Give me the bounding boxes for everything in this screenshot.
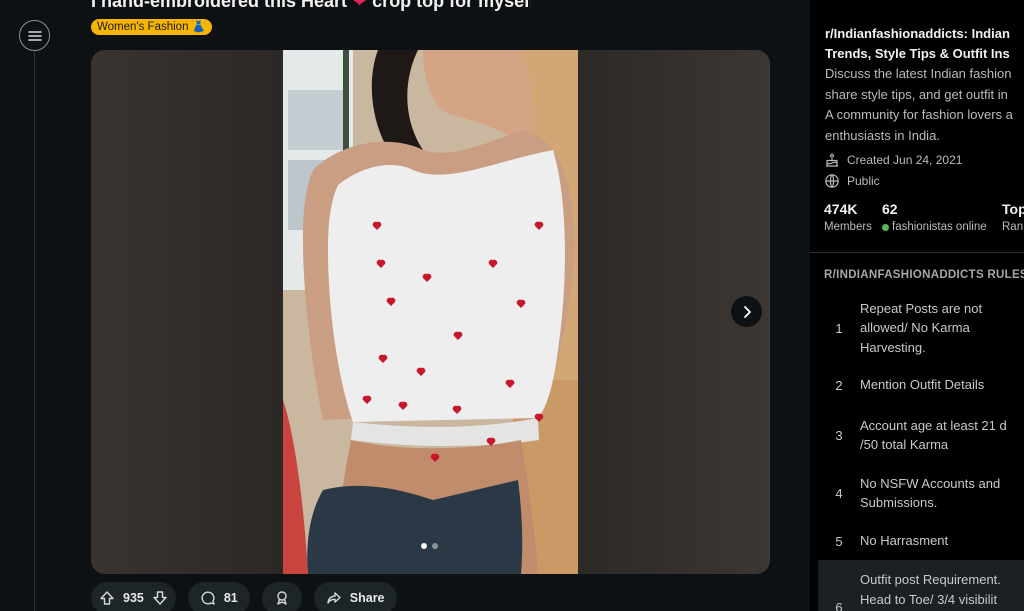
rule-line: Account age at least 21 d xyxy=(860,417,1007,433)
globe-icon xyxy=(825,174,839,188)
description-line: Discuss the latest Indian fashion xyxy=(825,66,1012,81)
upvote-count: 935 xyxy=(123,591,144,605)
rule-line: allowed/ No Karma xyxy=(860,320,970,336)
sidebar-divider xyxy=(810,252,1024,253)
next-image-button[interactable] xyxy=(731,296,762,327)
comment-count: 81 xyxy=(223,591,238,605)
community-title-line-2: Trends, Style Tips & Outfit Ins xyxy=(825,46,1010,61)
rule-line: /50 total Karma xyxy=(860,437,949,452)
members-label: Members xyxy=(824,221,872,233)
online-stat: 62 fashionistas online xyxy=(882,200,1002,236)
rule-item[interactable]: 5 No Harrasment xyxy=(818,529,1024,553)
post-title-text-end: crop top for myself xyxy=(372,0,531,11)
award-icon xyxy=(277,591,287,605)
rule-text: Outfit post Requirement. Head to Toe/ 3/… xyxy=(860,570,1001,609)
rule-line: No NSFW Accounts and xyxy=(860,475,1001,491)
rule-text: Account age at least 21 d /50 total Karm… xyxy=(860,416,1007,455)
rule-text: Repeat Posts are not allowed/ No Karma H… xyxy=(860,299,982,358)
comment-icon xyxy=(201,591,215,605)
carousel-dot-active[interactable] xyxy=(421,543,427,549)
rule-line: Head to Toe/ 3/4 visibilit xyxy=(860,591,998,607)
rule-text: No Harrasment xyxy=(860,531,948,551)
rule-item[interactable]: 1 Repeat Posts are not allowed/ No Karma… xyxy=(818,297,1024,359)
post-photo-illustration xyxy=(283,50,578,574)
carousel-dot[interactable] xyxy=(432,543,438,549)
community-sidebar: r/Indianfashionaddicts: Indian Trends, S… xyxy=(810,0,1024,611)
rule-item[interactable]: 2 Mention Outfit Details xyxy=(818,373,1024,397)
post-action-bar: 935 81 Share xyxy=(91,582,397,611)
rank-value: Top xyxy=(1002,201,1024,217)
online-label: fashionistas online xyxy=(892,221,987,233)
created-date: Created Jun 24, 2021 xyxy=(824,152,962,168)
visibility-text: Public xyxy=(847,174,880,188)
rail-divider xyxy=(34,50,35,611)
cake-icon xyxy=(826,153,838,167)
rule-number: 1 xyxy=(835,320,843,336)
post-flair[interactable]: Women's Fashion 👗 xyxy=(91,19,212,35)
community-title-line-1: r/Indianfashionaddicts: Indian xyxy=(825,26,1010,41)
chevron-right-icon xyxy=(743,305,751,318)
description-line: enthusiasts in India. xyxy=(825,127,940,143)
community-stats: 474K Members 62 fashionistas online Top … xyxy=(824,200,1024,236)
rule-number: 3 xyxy=(835,427,843,443)
vote-pill: 935 xyxy=(91,582,176,611)
rule-number: 5 xyxy=(835,533,843,549)
rule-line: Outfit post Requirement. xyxy=(860,572,1001,587)
post-image[interactable] xyxy=(283,50,578,574)
visibility: Public xyxy=(824,173,880,189)
rank-stat: Top Ran xyxy=(1002,200,1024,236)
members-count: 474K xyxy=(824,201,858,217)
rule-item[interactable]: 4 No NSFW Accounts and Submissions. xyxy=(818,472,1024,514)
rule-line: Harvesting. xyxy=(860,339,926,355)
share-label: Share xyxy=(349,591,385,605)
rule-line: Repeat Posts are not xyxy=(860,300,983,316)
rule-text: No NSFW Accounts and Submissions. xyxy=(860,474,1000,513)
rules-heading: R/INDIANFASHIONADDICTS RULES xyxy=(824,269,1024,281)
community-description: Discuss the latest Indian fashion share … xyxy=(825,64,1024,146)
online-label-row: fashionistas online xyxy=(882,218,1002,236)
rule-item[interactable]: 3 Account age at least 21 d /50 total Ka… xyxy=(818,414,1024,456)
rule-text: Mention Outfit Details xyxy=(860,375,984,395)
upvote-icon[interactable] xyxy=(99,590,115,606)
rule-number: 4 xyxy=(835,485,843,501)
hamburger-icon xyxy=(27,30,42,41)
award-button[interactable] xyxy=(261,582,302,611)
comments-button[interactable]: 81 xyxy=(187,582,250,611)
created-text: Created Jun 24, 2021 xyxy=(847,153,963,167)
heart-emoji: ❤ xyxy=(352,0,368,11)
downvote-icon[interactable] xyxy=(152,590,168,606)
rule-number: 2 xyxy=(835,377,843,393)
online-count: 62 xyxy=(882,201,898,217)
share-icon xyxy=(327,592,341,604)
share-button[interactable]: Share xyxy=(313,582,397,611)
rule-item-hovered[interactable]: 6 Outfit post Requirement. Head to Toe/ … xyxy=(818,560,1024,611)
description-line: share style tips, and get outfit in xyxy=(825,86,1008,102)
rule-line: Mention Outfit Details xyxy=(860,377,985,393)
post-title-text: I hand-embroidered this Heart xyxy=(91,0,348,11)
post-media-carousel[interactable] xyxy=(91,50,770,574)
menu-button[interactable] xyxy=(19,20,50,51)
post-title[interactable]: I hand-embroidered this Heart ❤ crop top… xyxy=(91,0,531,12)
rule-number: 6 xyxy=(835,600,843,611)
description-line: A community for fashion lovers a xyxy=(825,107,1013,122)
rank-label: Ran xyxy=(1002,221,1024,233)
online-dot-icon xyxy=(882,223,889,231)
community-title[interactable]: r/Indianfashionaddicts: Indian Trends, S… xyxy=(825,24,1024,64)
left-rail xyxy=(0,0,70,611)
members-stat: 474K Members xyxy=(824,200,882,236)
carousel-indicator xyxy=(421,543,438,549)
rule-line: Submissions. xyxy=(860,495,938,510)
rule-line: No Harrasment xyxy=(860,533,949,549)
